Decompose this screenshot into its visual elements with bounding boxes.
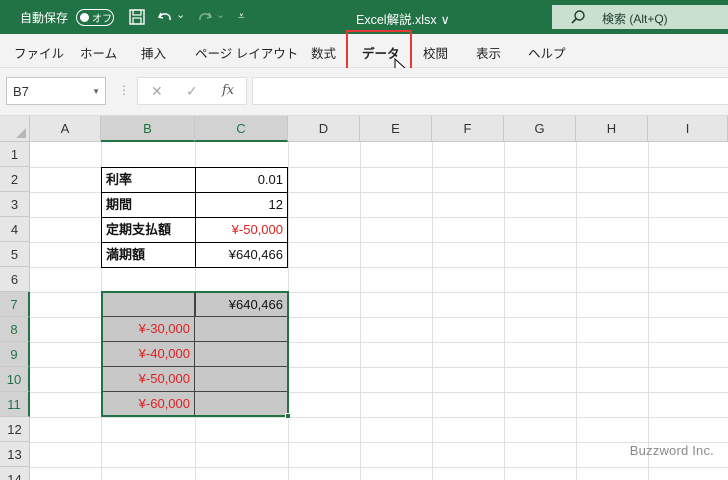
cancel-icon[interactable]: ✕ [151, 83, 163, 100]
row-header-5[interactable]: 5 [0, 242, 30, 267]
row-header-6[interactable]: 6 [0, 267, 30, 292]
formula-buttons: ✕ ✓ fx [137, 77, 247, 105]
redo-dropdown-icon[interactable]: ⌄ [216, 8, 225, 21]
column-header-h[interactable]: H [576, 116, 648, 142]
column-header-g[interactable]: G [504, 116, 576, 142]
selection-outline [101, 291, 289, 417]
select-all-button[interactable] [0, 116, 30, 142]
param-value-maturity[interactable]: ¥640,466 [195, 242, 288, 268]
row-header-14[interactable]: 14 [0, 467, 30, 480]
param-label-rate[interactable]: 利率 [101, 167, 196, 193]
column-header-a[interactable]: A [30, 116, 101, 142]
column-header-b[interactable]: B [101, 116, 195, 142]
file-name-text: Excel解説.xlsx [356, 13, 437, 27]
column-header-c[interactable]: C [195, 116, 288, 142]
row-header-2[interactable]: 2 [0, 167, 30, 192]
row-header-12[interactable]: 12 [0, 417, 30, 442]
name-box-dropdown-icon[interactable]: ▼ [92, 87, 100, 96]
column-header-d[interactable]: D [288, 116, 360, 142]
autosave-state: オフ [92, 14, 112, 25]
column-header-e[interactable]: E [360, 116, 432, 142]
row-header-3[interactable]: 3 [0, 192, 30, 217]
name-box[interactable]: B7 ▼ [6, 77, 106, 105]
formula-input[interactable] [252, 77, 728, 105]
param-label-maturity[interactable]: 満期額 [101, 242, 196, 268]
formula-bar-grip-icon: ⋮ [118, 83, 130, 97]
worksheet-grid[interactable]: A B C D E F G H I 1 2 3 4 5 6 7 8 9 10 1… [0, 116, 728, 480]
tab-formulas[interactable]: 数式 [311, 43, 336, 62]
row-header-13[interactable]: 13 [0, 442, 30, 467]
row-header-7[interactable]: 7 [0, 292, 30, 317]
tab-insert[interactable]: 挿入 [141, 43, 166, 62]
param-value-payment[interactable]: ¥-50,000 [195, 217, 288, 243]
tab-file[interactable]: ファイル [14, 43, 64, 62]
file-name[interactable]: Excel解説.xlsx ∨ [356, 9, 450, 28]
tab-page-layout[interactable]: ページ レイアウト [195, 43, 298, 62]
save-icon[interactable] [128, 8, 146, 26]
param-label-payment[interactable]: 定期支払額 [101, 217, 196, 243]
chevron-down-icon: ∨ [440, 13, 450, 27]
param-value-rate[interactable]: 0.01 [195, 167, 288, 193]
search-box[interactable]: 検索 (Alt+Q) [552, 5, 728, 29]
watermark: Buzzword Inc. [629, 443, 714, 458]
autosave-label: 自動保存 [20, 11, 69, 25]
tab-view[interactable]: 表示 [476, 43, 501, 62]
gridline [30, 442, 728, 443]
tab-home[interactable]: ホーム [80, 43, 117, 62]
gridline [30, 467, 728, 468]
gridline [30, 417, 728, 418]
redo-icon[interactable] [196, 8, 214, 26]
column-header-f[interactable]: F [432, 116, 504, 142]
insert-function-icon[interactable]: fx [222, 83, 234, 98]
row-header-10[interactable]: 10 [0, 367, 30, 392]
toggle-knob [80, 12, 89, 22]
tab-review[interactable]: 校閲 [423, 43, 448, 62]
enter-icon[interactable]: ✓ [186, 83, 198, 100]
row-header-11[interactable]: 11 [0, 392, 30, 417]
name-box-value: B7 [13, 84, 29, 99]
undo-icon[interactable] [156, 8, 174, 26]
undo-dropdown-icon[interactable]: ⌄ [176, 8, 185, 21]
customize-quick-access-icon[interactable]: ⩡ [238, 9, 245, 24]
autosave-toggle[interactable]: オフ [76, 9, 114, 26]
title-bar: 自動保存 オフ ⌄ ⌄ ⩡ Excel解説.xlsx ∨ 検索 (Alt+Q) [0, 0, 728, 34]
fill-handle[interactable] [285, 413, 291, 419]
row-header-4[interactable]: 4 [0, 217, 30, 242]
formula-bar: B7 ▼ ⋮ ✕ ✓ fx [0, 68, 728, 116]
param-label-period[interactable]: 期間 [101, 192, 196, 218]
row-header-8[interactable]: 8 [0, 317, 30, 342]
column-header-i[interactable]: I [648, 116, 728, 142]
row-header-1[interactable]: 1 [0, 142, 30, 167]
search-placeholder: 検索 (Alt+Q) [602, 12, 668, 26]
search-icon [571, 10, 585, 24]
row-header-9[interactable]: 9 [0, 342, 30, 367]
tab-help[interactable]: ヘルプ [528, 43, 566, 62]
param-value-period[interactable]: 12 [195, 192, 288, 218]
